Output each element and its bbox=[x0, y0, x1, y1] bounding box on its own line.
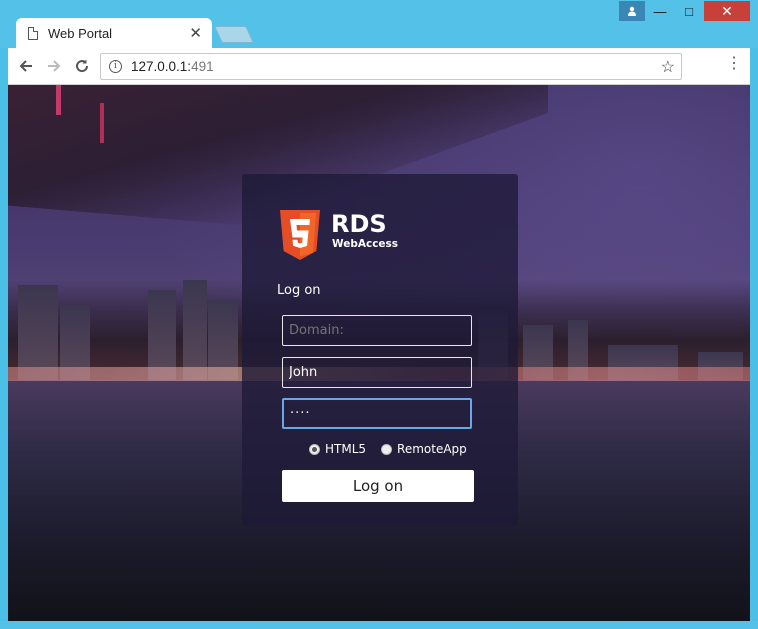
url-host: 127.0.0.1: bbox=[131, 59, 192, 74]
menu-icon[interactable]: ⋮ bbox=[726, 56, 742, 72]
close-window-button[interactable]: ✕ bbox=[704, 1, 750, 21]
forward-arrow-icon[interactable] bbox=[42, 54, 66, 78]
page-icon bbox=[28, 26, 38, 40]
html5-radio[interactable] bbox=[309, 443, 320, 455]
reload-icon[interactable] bbox=[70, 54, 94, 78]
star-icon[interactable]: ☆ bbox=[661, 57, 675, 77]
domain-input[interactable] bbox=[282, 315, 472, 346]
username-input[interactable] bbox=[282, 357, 472, 388]
minimize-button[interactable]: — bbox=[646, 1, 674, 21]
background-building bbox=[18, 285, 58, 380]
back-arrow-icon[interactable] bbox=[14, 54, 38, 78]
html5-logo-icon bbox=[280, 210, 320, 260]
logon-button[interactable]: Log on bbox=[282, 470, 474, 502]
tab-close-icon[interactable]: ✕ bbox=[189, 24, 202, 42]
address-bar[interactable]: i 127.0.0.1: 491 ☆ bbox=[100, 53, 682, 80]
login-panel: RDS WebAccess Log on HTML5 RemoteApp Log… bbox=[242, 174, 518, 526]
remoteapp-radio[interactable] bbox=[381, 443, 393, 455]
new-tab-button[interactable] bbox=[214, 26, 254, 43]
info-icon[interactable]: i bbox=[109, 60, 122, 73]
user-profile-icon[interactable] bbox=[619, 1, 645, 21]
logon-heading: Log on bbox=[277, 283, 321, 298]
password-input[interactable] bbox=[282, 398, 472, 429]
mode-selector: HTML5 RemoteApp bbox=[309, 442, 482, 456]
maximize-button[interactable]: □ bbox=[675, 1, 703, 21]
brand-subtitle: WebAccess bbox=[332, 238, 399, 250]
browser-titlebar: — □ ✕ Web Portal ✕ bbox=[0, 0, 758, 48]
background-building bbox=[183, 280, 207, 380]
tab-title: Web Portal bbox=[48, 25, 113, 41]
browser-tab[interactable]: Web Portal ✕ bbox=[16, 18, 212, 48]
remoteapp-radio-label: RemoteApp bbox=[397, 442, 467, 456]
browser-toolbar: i 127.0.0.1: 491 ☆ ⋮ bbox=[8, 48, 750, 85]
url-port: 491 bbox=[191, 59, 214, 74]
background-bridge-light bbox=[56, 85, 61, 115]
background-bridge-light bbox=[100, 103, 104, 143]
html5-radio-label: HTML5 bbox=[325, 442, 367, 456]
window-bottom-border bbox=[0, 621, 758, 629]
brand-title: RDS bbox=[331, 210, 387, 238]
window-controls: — □ ✕ bbox=[619, 1, 750, 21]
